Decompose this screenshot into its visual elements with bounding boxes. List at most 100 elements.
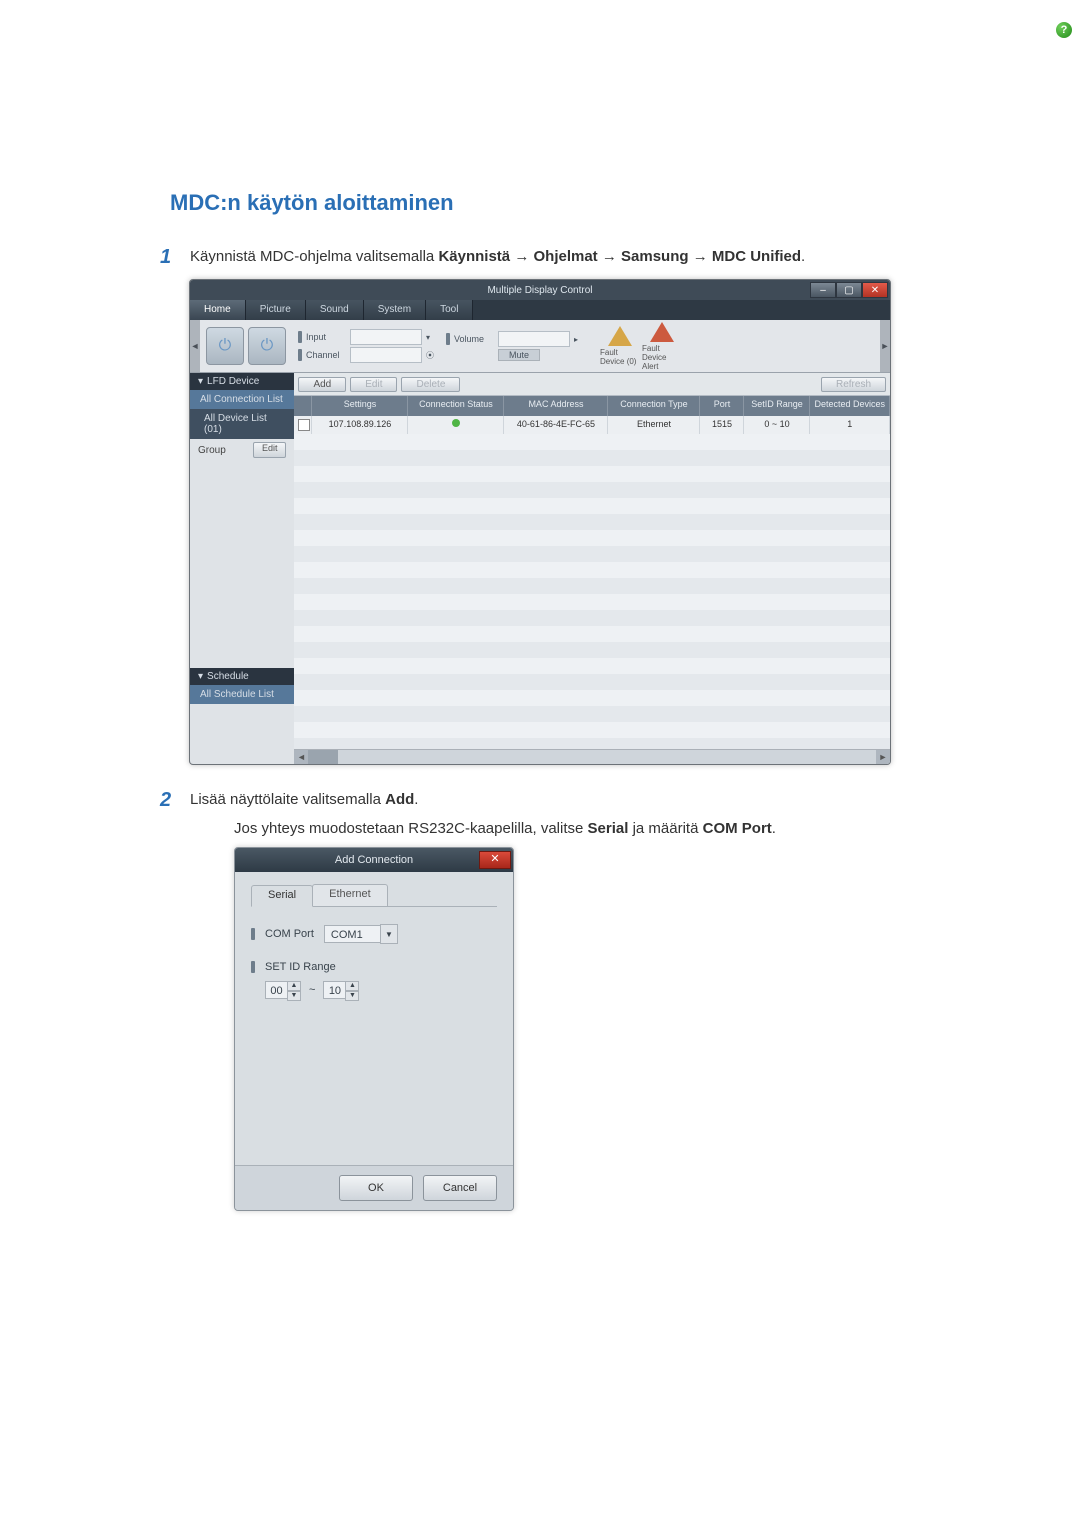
step2s-mid: ja määritä <box>633 820 703 837</box>
mdc-toolbar: ◄ ⏻ ⏻ Input ▾ Channel <box>190 320 890 373</box>
scroll-left-icon[interactable]: ◄ <box>294 750 308 764</box>
mdc-main-panel: Add Edit Delete Refresh Settings Connect… <box>294 373 890 764</box>
mdc-title: Multiple Display Control <box>487 285 592 296</box>
col-mac[interactable]: MAC Address <box>504 396 608 416</box>
toolbar-scroll-left[interactable]: ◄ <box>190 320 200 372</box>
step-1-text: Käynnistä MDC-ohjelma valitsemalla Käynn… <box>190 246 920 269</box>
cancel-button[interactable]: Cancel <box>423 1175 497 1201</box>
fault-alert-label: Fault Device Alert <box>642 344 682 371</box>
spin-down-icon[interactable]: ▼ <box>287 991 301 1001</box>
tab-sound[interactable]: Sound <box>306 300 364 320</box>
edit-button[interactable]: Edit <box>350 377 397 392</box>
cell-mac: 40-61-86-4E-FC-65 <box>504 416 608 434</box>
spin-down-icon[interactable]: ▼ <box>345 991 359 1001</box>
channel-field[interactable]: Channel ⦿ <box>298 347 434 363</box>
step-1: 1 Käynnistä MDC-ohjelma valitsemalla Käy… <box>160 246 920 269</box>
table-row[interactable]: 107.108.89.126 40-61-86-4E-FC-65 Etherne… <box>294 416 890 434</box>
sidebar-schedule-label: Schedule <box>207 671 249 682</box>
chevron-down-icon: ▾ <box>198 376 203 387</box>
close-button[interactable]: ✕ <box>862 282 888 298</box>
horizontal-scrollbar[interactable]: ◄ ► <box>294 749 890 764</box>
section-heading: MDC:n käytön aloittaminen <box>170 190 920 216</box>
maximize-button[interactable]: ▢ <box>836 282 862 298</box>
sidebar-all-device-list[interactable]: All Device List (01) <box>190 409 294 439</box>
sidebar-group-edit-button[interactable]: Edit <box>253 442 287 458</box>
bar-icon <box>446 333 450 345</box>
dialog-close-button[interactable]: ✕ <box>479 851 511 869</box>
sidebar-lfd-header[interactable]: ▾ LFD Device <box>190 373 294 390</box>
fault-device-label: Fault Device (0) <box>600 348 640 366</box>
dialog-titlebar: Add Connection ✕ <box>235 848 513 872</box>
volume-field[interactable]: Volume ▸ <box>446 331 578 347</box>
action-row: Add Edit Delete Refresh <box>294 373 890 396</box>
cell-setid: 0 ~ 10 <box>744 416 810 434</box>
volume-label: Volume <box>454 334 494 344</box>
chevron-down-icon: ▾ <box>198 671 203 682</box>
scroll-thumb[interactable] <box>308 750 338 764</box>
step1-prefix: Käynnistä MDC-ohjelma valitsemalla <box>190 248 438 265</box>
tab-tool[interactable]: Tool <box>426 300 473 320</box>
add-connection-dialog: Add Connection ✕ Serial Ethernet COM Por… <box>234 847 514 1211</box>
add-button[interactable]: Add <box>298 377 346 392</box>
row-checkbox[interactable] <box>298 419 310 431</box>
step2s-suffix: . <box>772 820 776 837</box>
step-2-subtext: Jos yhteys muodostetaan RS232C-kaapelill… <box>234 820 920 837</box>
step1-k3: Samsung <box>621 248 689 265</box>
sidebar-group-label: Group <box>198 445 226 456</box>
input-label: Input <box>306 332 346 342</box>
power-on-icon[interactable]: ⏻ <box>206 327 244 365</box>
step1-arrow3: → <box>693 248 712 265</box>
tab-ethernet[interactable]: Ethernet <box>312 884 388 906</box>
col-port[interactable]: Port <box>700 396 744 416</box>
setid-label: SET ID Range <box>265 961 336 973</box>
fault-device-icon[interactable]: Fault Device (0) <box>600 326 640 366</box>
power-off-icon[interactable]: ⏻ <box>248 327 286 365</box>
table-header: Settings Connection Status MAC Address C… <box>294 396 890 416</box>
step-1-number: 1 <box>160 246 190 269</box>
step1-suffix: . <box>801 248 805 265</box>
tab-serial[interactable]: Serial <box>251 885 313 907</box>
dialog-tabs: Serial Ethernet <box>251 884 497 907</box>
input-field[interactable]: Input ▾ <box>298 329 434 345</box>
step-2-number: 2 <box>160 789 190 812</box>
col-connection-status[interactable]: Connection Status <box>408 396 504 416</box>
step2s-b1: Serial <box>588 820 629 837</box>
bar-icon <box>251 928 255 940</box>
bar-icon <box>251 961 255 973</box>
comport-select[interactable]: COM1 ▼ <box>324 925 398 943</box>
cell-conntype: Ethernet <box>608 416 700 434</box>
ok-button[interactable]: OK <box>339 1175 413 1201</box>
step1-k2: Ohjelmat <box>533 248 597 265</box>
tab-system[interactable]: System <box>364 300 426 320</box>
setid-to-spinner[interactable]: 10 ▲▼ <box>323 981 359 999</box>
step1-arrow2: → <box>602 248 621 265</box>
setid-tilde: ~ <box>309 984 315 996</box>
toolbar-scroll-right[interactable]: ► <box>880 320 890 372</box>
mute-field[interactable]: Mute <box>446 349 578 361</box>
step-2: 2 Lisää näyttölaite valitsemalla Add. <box>160 789 920 812</box>
sidebar-schedule-header[interactable]: ▾ Schedule <box>190 668 294 685</box>
bar-icon <box>298 331 302 343</box>
col-connection-type[interactable]: Connection Type <box>608 396 700 416</box>
col-detected[interactable]: Detected Devices <box>810 396 890 416</box>
tab-picture[interactable]: Picture <box>246 300 306 320</box>
scroll-right-icon[interactable]: ► <box>876 750 890 764</box>
mdc-menubar: Home Picture Sound System Tool <box>190 300 890 320</box>
chevron-down-icon: ▼ <box>380 924 398 944</box>
status-dot-icon <box>452 419 460 427</box>
spin-up-icon[interactable]: ▲ <box>287 981 301 991</box>
sidebar-all-schedule[interactable]: All Schedule List <box>190 685 294 704</box>
fault-alert-icon[interactable]: Fault Device Alert <box>642 322 682 371</box>
minimize-button[interactable]: – <box>810 282 836 298</box>
step-2-text: Lisää näyttölaite valitsemalla Add. <box>190 789 920 812</box>
sidebar-all-connection[interactable]: All Connection List <box>190 390 294 409</box>
delete-button[interactable]: Delete <box>401 377 460 392</box>
mute-label: Mute <box>498 349 540 361</box>
col-settings[interactable]: Settings <box>312 396 408 416</box>
setid-from-spinner[interactable]: 00 ▲▼ <box>265 981 301 999</box>
refresh-button[interactable]: Refresh <box>821 377 886 392</box>
spin-up-icon[interactable]: ▲ <box>345 981 359 991</box>
tab-home[interactable]: Home <box>190 300 246 320</box>
comport-label: COM Port <box>265 928 314 940</box>
col-setid[interactable]: SetID Range <box>744 396 810 416</box>
